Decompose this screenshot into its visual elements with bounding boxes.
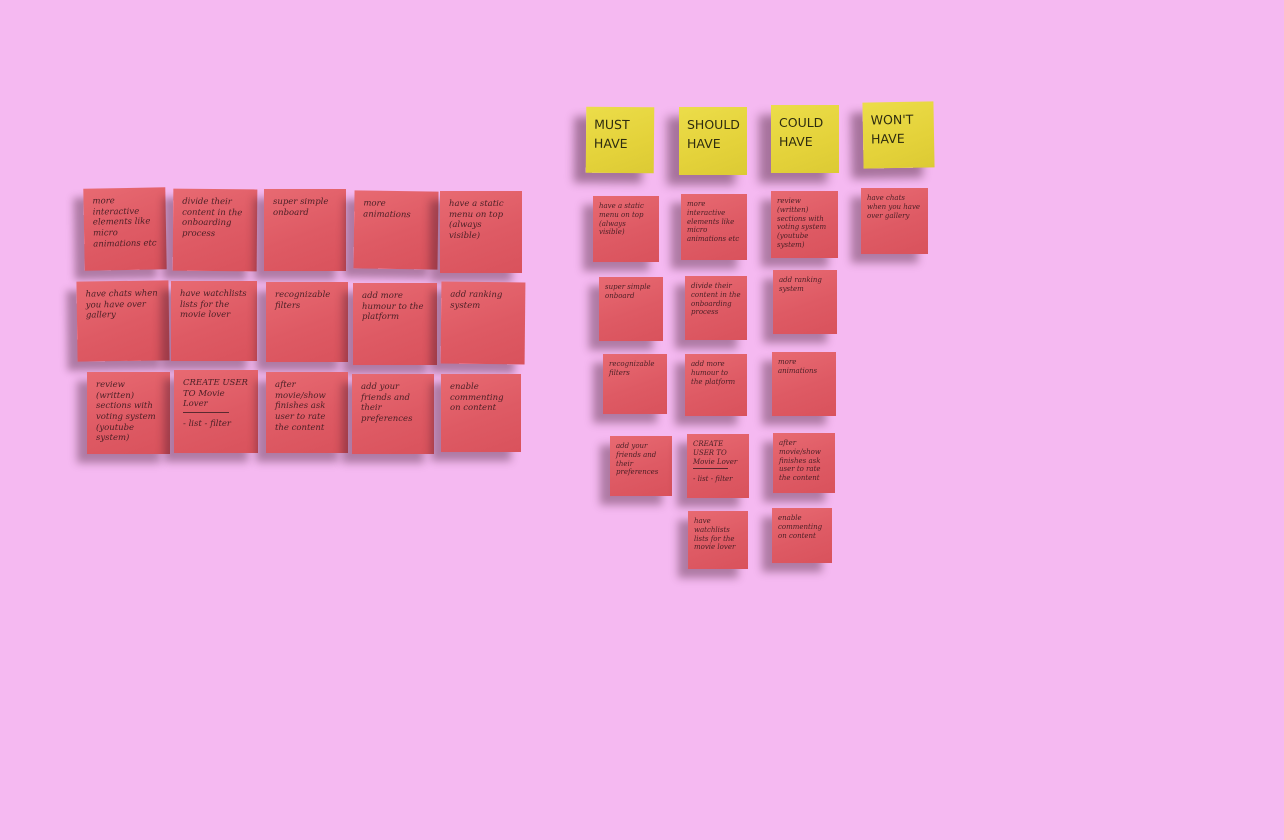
sticky-note[interactable]: divide their content in the onboarding p…	[172, 188, 258, 272]
note-text: have chats when you have over gallery	[85, 288, 158, 321]
sticky-note[interactable]: add more humour to the platform	[685, 354, 747, 416]
sticky-note[interactable]: recognizable filters	[603, 354, 667, 414]
note-text: review (written) sections with voting sy…	[777, 197, 827, 249]
sticky-note[interactable]: have chats when you have over gallery	[76, 280, 170, 362]
note-text: CREATE USER TO Movie Lover	[693, 440, 738, 466]
note-text: enable commenting on content	[778, 514, 823, 540]
sticky-note[interactable]: more interactive elements like micro ani…	[681, 194, 747, 260]
note-text: more animations	[363, 198, 411, 220]
should-have-header[interactable]: SHOULD HAVE	[679, 107, 747, 175]
sticky-note[interactable]: CREATE USER TO Movie Lover - list - filt…	[687, 434, 749, 498]
sticky-note[interactable]: have chats when you have over gallery	[861, 188, 928, 254]
underline	[693, 468, 728, 470]
whiteboard: more interactive elements like micro ani…	[0, 0, 1284, 840]
sticky-note[interactable]: add your friends and their preferences	[352, 374, 434, 454]
note-text: add ranking system	[450, 289, 503, 311]
sticky-note[interactable]: add ranking system	[440, 281, 526, 365]
must-have-header[interactable]: MUST HAVE	[585, 106, 655, 174]
note-text: have chats when you have over gallery	[867, 194, 921, 220]
sticky-note[interactable]: CREATE USER TO Movie Lover - list - filt…	[174, 370, 258, 453]
note-text: have watchlists lists for the movie love…	[694, 517, 736, 552]
note-text: enable commenting on content	[450, 382, 504, 414]
note-text: CREATE USER TO Movie Lover	[183, 378, 248, 410]
sticky-note[interactable]: review (written) sections with voting sy…	[771, 191, 838, 258]
underline	[183, 411, 230, 413]
sticky-note[interactable]: have a static menu on top (always visibl…	[440, 191, 522, 273]
sticky-note[interactable]: more interactive elements like micro ani…	[83, 187, 167, 271]
note-text: add more humour to the platform	[362, 291, 424, 323]
sticky-note[interactable]: super simple onboard	[264, 189, 346, 271]
note-text: divide their content in the onboarding p…	[181, 196, 243, 239]
wont-have-header[interactable]: WON'T HAVE	[862, 101, 935, 169]
note-text: add more humour to the platform	[691, 360, 736, 386]
note-text: add your friends and their preferences	[616, 442, 659, 477]
sticky-note[interactable]: after movie/show finishes ask user to ra…	[266, 372, 348, 453]
note-text: divide their content in the onboarding p…	[691, 282, 741, 317]
note-text: recognizable filters	[275, 290, 331, 311]
sticky-note[interactable]: after movie/show finishes ask user to ra…	[773, 433, 835, 493]
sticky-note[interactable]: add ranking system	[773, 270, 837, 334]
sticky-note[interactable]: enable commenting on content	[441, 374, 521, 452]
note-subtext: - list - filter	[183, 418, 231, 429]
note-text: more interactive elements like micro ani…	[687, 200, 740, 243]
note-text: more animations	[778, 358, 818, 375]
sticky-note[interactable]: more animations	[772, 352, 836, 416]
sticky-note[interactable]: review (written) sections with voting sy…	[87, 372, 170, 454]
note-text: have watchlists lists for the movie love…	[180, 289, 247, 321]
note-text: after movie/show finishes ask user to ra…	[275, 380, 326, 433]
sticky-note[interactable]: have watchlists lists for the movie love…	[688, 511, 748, 569]
note-text: have a static menu on top (always visibl…	[599, 202, 644, 237]
sticky-note[interactable]: add your friends and their preferences	[610, 436, 672, 496]
sticky-note[interactable]: super simple onboard	[599, 277, 663, 341]
sticky-note[interactable]: recognizable filters	[266, 282, 348, 362]
note-text: after movie/show finishes ask user to ra…	[779, 439, 821, 482]
note-text: recognizable filters	[609, 360, 655, 377]
sticky-note[interactable]: more animations	[353, 190, 439, 270]
sticky-note[interactable]: add more humour to the platform	[353, 283, 437, 365]
header-label: MUST HAVE	[593, 116, 630, 152]
header-label: WON'T HAVE	[870, 111, 914, 147]
note-text: add ranking system	[779, 276, 822, 293]
could-have-header[interactable]: COULD HAVE	[771, 105, 839, 173]
note-text: super simple onboard	[605, 283, 651, 300]
note-text: have a static menu on top (always visibl…	[449, 199, 504, 241]
note-text: super simple onboard	[273, 197, 329, 218]
sticky-note[interactable]: enable commenting on content	[772, 508, 832, 563]
note-text: add your friends and their preferences	[361, 382, 413, 424]
sticky-note[interactable]: have watchlists lists for the movie love…	[171, 281, 257, 361]
note-subtext: - list - filter	[693, 475, 733, 484]
header-label: COULD HAVE	[779, 115, 824, 150]
note-text: review (written) sections with voting sy…	[96, 380, 156, 444]
sticky-note[interactable]: divide their content in the onboarding p…	[685, 276, 747, 340]
header-label: SHOULD HAVE	[687, 117, 740, 152]
note-text: more interactive elements like micro ani…	[92, 196, 157, 250]
sticky-note[interactable]: have a static menu on top (always visibl…	[593, 196, 659, 262]
